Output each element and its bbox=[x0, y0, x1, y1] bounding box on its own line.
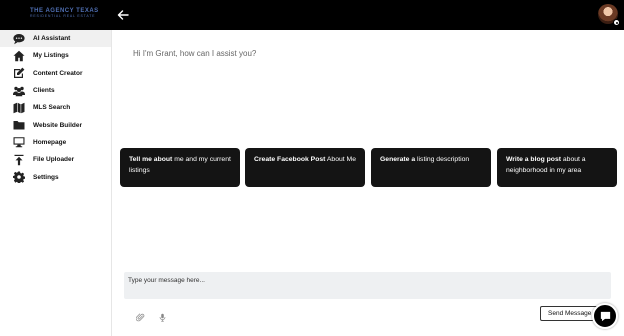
suggestion-card[interactable]: Tell me about me and my current listings bbox=[120, 148, 240, 187]
suggestion-bold-text: Tell me about bbox=[129, 156, 173, 163]
sidebar-item-label: Website Builder bbox=[33, 121, 83, 129]
top-bar: THE AGENCY TEXAS RESIDENTIAL REAL ESTATE bbox=[0, 0, 624, 30]
sidebar-item-clients[interactable]: Clients bbox=[0, 82, 111, 99]
chat-bubble-icon bbox=[600, 311, 610, 321]
sidebar-item-label: File Uploader bbox=[33, 156, 75, 164]
upload-icon bbox=[12, 154, 25, 166]
edit-icon bbox=[12, 67, 25, 79]
paperclip-icon bbox=[135, 313, 145, 322]
home-icon bbox=[12, 50, 25, 62]
suggestion-bold-text: Create Facebook Post bbox=[254, 156, 326, 163]
sidebar-item-homepage[interactable]: Homepage bbox=[0, 134, 111, 151]
back-button[interactable] bbox=[115, 7, 131, 23]
attach-button[interactable] bbox=[135, 309, 145, 322]
brand-tagline: RESIDENTIAL REAL ESTATE bbox=[30, 14, 96, 18]
sidebar-item-settings[interactable]: Settings bbox=[0, 168, 111, 185]
sidebar-item-label: MLS Search bbox=[33, 104, 71, 112]
sidebar-item-label: AI Assistant bbox=[33, 35, 71, 43]
sidebar-item-label: Content Creator bbox=[33, 69, 83, 77]
gear-icon bbox=[12, 171, 25, 184]
send-message-button[interactable]: Send Message bbox=[540, 306, 598, 321]
sidebar-item-file-uploader[interactable]: File Uploader bbox=[0, 151, 111, 168]
suggestion-card[interactable]: Generate a listing description bbox=[371, 148, 491, 187]
assistant-greeting: Hi I'm Grant, how can I assist you? bbox=[133, 49, 257, 58]
sidebar-item-content-creator[interactable]: Content Creator bbox=[0, 65, 111, 82]
chat-bubble-icon bbox=[12, 33, 25, 45]
suggestion-bold-text: Generate a bbox=[380, 156, 416, 163]
brand-logo[interactable]: THE AGENCY TEXAS RESIDENTIAL REAL ESTATE bbox=[30, 8, 99, 19]
users-icon bbox=[12, 85, 25, 97]
sidebar-item-my-listings[interactable]: My Listings bbox=[0, 47, 111, 64]
message-input[interactable] bbox=[124, 272, 611, 299]
sidebar-item-label: My Listings bbox=[33, 52, 69, 60]
user-avatar[interactable] bbox=[598, 4, 620, 26]
folder-icon bbox=[12, 119, 25, 131]
sidebar: AI Assistant My Listings Content Creator… bbox=[0, 30, 112, 336]
suggestion-bold-text: Write a blog post bbox=[506, 156, 562, 163]
chat-widget-button[interactable] bbox=[592, 303, 618, 329]
suggestion-text: About Me bbox=[325, 156, 356, 163]
suggestion-cards: Tell me about me and my current listings… bbox=[120, 148, 617, 187]
sidebar-item-label: Homepage bbox=[33, 138, 67, 146]
arrow-left-icon bbox=[117, 10, 129, 20]
suggestion-card[interactable]: Create Facebook Post About Me bbox=[245, 148, 365, 187]
sidebar-item-label: Settings bbox=[33, 173, 59, 181]
map-icon bbox=[12, 102, 25, 114]
microphone-button[interactable] bbox=[158, 309, 167, 322]
sidebar-item-label: Clients bbox=[33, 87, 55, 95]
suggestion-card[interactable]: Write a blog post about a neighborhood i… bbox=[497, 148, 617, 187]
settings-badge-icon bbox=[613, 19, 620, 26]
monitor-icon bbox=[12, 136, 25, 148]
suggestion-text: listing description bbox=[415, 156, 470, 163]
sidebar-item-website-builder[interactable]: Website Builder bbox=[0, 116, 111, 133]
microphone-icon bbox=[159, 313, 166, 322]
sidebar-item-ai-assistant[interactable]: AI Assistant bbox=[0, 30, 111, 48]
sidebar-item-mls-search[interactable]: MLS Search bbox=[0, 99, 111, 116]
